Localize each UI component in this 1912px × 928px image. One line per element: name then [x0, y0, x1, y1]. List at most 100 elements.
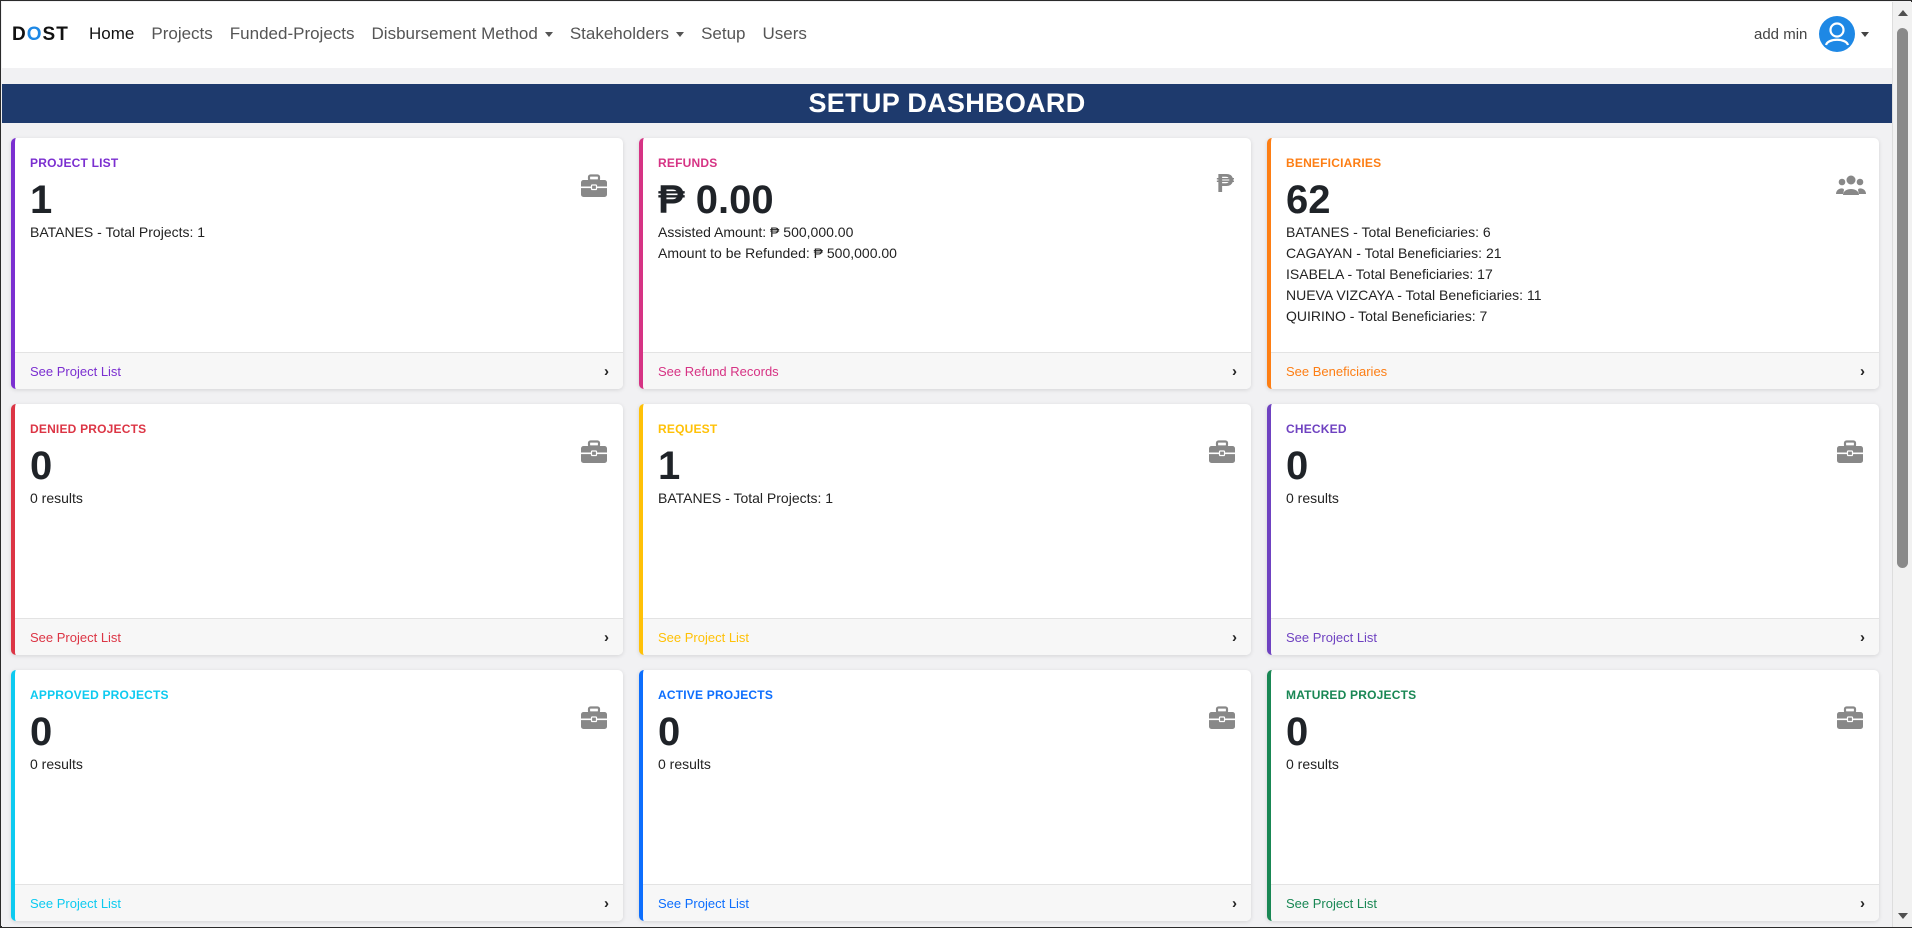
card-value: 62: [1286, 178, 1331, 222]
card-title: BENEFICIARIES: [1286, 156, 1382, 170]
card-footer-link[interactable]: See Project List ›: [15, 884, 623, 921]
card-detail-line: 0 results: [30, 490, 83, 506]
card-request: REQUEST 1 BATANES - Total Projects: 1 See P…: [639, 404, 1251, 655]
see-link[interactable]: See Project List: [658, 630, 749, 645]
card-title: DENIED PROJECTS: [30, 422, 147, 436]
card-detail-line: CAGAYAN - Total Beneficiaries: 21: [1286, 245, 1502, 261]
card-title: PROJECT LIST: [30, 156, 119, 170]
nav-link-label: Users: [762, 24, 807, 43]
nav-link-label: Projects: [151, 24, 213, 43]
scroll-up-arrow-icon[interactable]: [1898, 10, 1908, 16]
card-body: REFUNDS ₱ 0.00 Assisted Amount: ₱ 500,000.…: [658, 156, 1237, 264]
see-link[interactable]: See Beneficiaries: [1286, 364, 1387, 379]
nav-link-setup[interactable]: Setup: [701, 24, 745, 44]
card-title: REFUNDS: [658, 156, 718, 170]
card-title: CHECKED: [1286, 422, 1347, 436]
nav-link-stakeholders[interactable]: Stakeholders: [570, 24, 685, 44]
see-link[interactable]: See Project List: [1286, 896, 1377, 911]
brand-letters-st: ST: [42, 24, 69, 45]
see-link[interactable]: See Project List: [658, 896, 749, 911]
chevron-right-icon[interactable]: ›: [604, 629, 609, 646]
card-detail-line: 0 results: [30, 756, 83, 772]
card-value: 0: [1286, 710, 1309, 754]
card-body: PROJECT LIST 1 BATANES - Total Projects: 1: [30, 156, 609, 243]
card-detail-line: 0 results: [1286, 756, 1339, 772]
briefcase-icon: [1208, 440, 1236, 464]
card-title: REQUEST: [658, 422, 718, 436]
page-title-banner: SETUP DASHBOARD: [2, 84, 1892, 123]
chevron-right-icon[interactable]: ›: [1860, 895, 1865, 912]
card-body: CHECKED 0 0 results: [1286, 422, 1865, 509]
chevron-right-icon[interactable]: ›: [1232, 363, 1237, 380]
card-detail-line: BATANES - Total Projects: 1: [658, 490, 834, 506]
card-detail-line: ISABELA - Total Beneficiaries: 17: [1286, 266, 1493, 282]
card-body: REQUEST 1 BATANES - Total Projects: 1: [658, 422, 1237, 509]
card-checked: CHECKED 0 0 results See Project List ›: [1267, 404, 1879, 655]
see-link[interactable]: See Project List: [1286, 630, 1377, 645]
caret-down-icon: [544, 31, 553, 37]
user-menu[interactable]: add min: [1754, 16, 1870, 52]
chevron-right-icon[interactable]: ›: [1860, 629, 1865, 646]
card-detail-line: Amount to be Refunded: ₱ 500,000.00: [658, 245, 897, 261]
user-dropdown-caret[interactable]: [1861, 31, 1870, 37]
brand-letter-d: D: [12, 24, 27, 45]
nav-link-users[interactable]: Users: [763, 24, 807, 44]
chevron-right-icon[interactable]: ›: [604, 363, 609, 380]
card-footer-link[interactable]: See Project List ›: [643, 618, 1251, 655]
chevron-right-icon[interactable]: ›: [1232, 629, 1237, 646]
nav-link-funded-projects[interactable]: Funded-Projects: [230, 24, 355, 44]
top-navbar: DOST Home Projects Funded-Projects Disburse…: [2, 2, 1892, 68]
card-detail-line: QUIRINO - Total Beneficiaries: 7: [1286, 308, 1488, 324]
card-footer-link[interactable]: See Project List ›: [15, 618, 623, 655]
page-title: SETUP DASHBOARD: [808, 88, 1086, 118]
brand-letter-o: O: [26, 24, 43, 45]
nav-link-disbursement-method[interactable]: Disbursement Method: [372, 24, 553, 44]
card-value: 0: [30, 710, 53, 754]
card-footer-link[interactable]: See Project List ›: [643, 884, 1251, 921]
card-title: ACTIVE PROJECTS: [658, 688, 774, 702]
chevron-right-icon[interactable]: ›: [1232, 895, 1237, 912]
chevron-right-icon[interactable]: ›: [1860, 363, 1865, 380]
card-detail-line: NUEVA VIZCAYA - Total Beneficiaries: 11: [1286, 287, 1542, 303]
card-footer-link[interactable]: See Project List ›: [15, 352, 623, 389]
briefcase-icon: [1836, 706, 1864, 730]
nav-links: Home Projects Funded-Projects Disbursement …: [89, 24, 824, 44]
brand-logo[interactable]: DOST: [12, 24, 69, 46]
scrollbar-thumb[interactable]: [1897, 28, 1908, 568]
card-body: ACTIVE PROJECTS 0 0 results: [658, 688, 1237, 775]
card-value: 1: [30, 178, 53, 222]
see-link[interactable]: See Project List: [30, 630, 121, 645]
nav-link-label: Setup: [701, 24, 746, 43]
briefcase-icon: [580, 440, 608, 464]
see-link[interactable]: See Refund Records: [658, 364, 779, 379]
chevron-right-icon[interactable]: ›: [604, 895, 609, 912]
card-footer-link[interactable]: See Project List ›: [1271, 618, 1879, 655]
nav-link-home[interactable]: Home: [89, 24, 134, 44]
card-footer-link[interactable]: See Beneficiaries ›: [1271, 352, 1879, 389]
scroll-down-arrow-icon[interactable]: [1898, 913, 1908, 919]
briefcase-icon: [1836, 440, 1864, 464]
card-footer-link[interactable]: See Refund Records ›: [643, 352, 1251, 389]
briefcase-icon: [580, 706, 608, 730]
see-link[interactable]: See Project List: [30, 896, 121, 911]
card-value: 0: [1286, 444, 1309, 488]
briefcase-icon: [580, 174, 608, 198]
see-link[interactable]: See Project List: [30, 364, 121, 379]
card-footer-link[interactable]: See Project List ›: [1271, 884, 1879, 921]
user-name: add min: [1754, 25, 1808, 43]
nav-link-label: Home: [89, 24, 135, 43]
caret-down-icon: [676, 31, 685, 37]
card-approved-projects: APPROVED PROJECTS 0 0 results See Project L…: [11, 670, 623, 921]
card-denied-projects: DENIED PROJECTS 0 0 results See Project Lis…: [11, 404, 623, 655]
card-matured-projects: MATURED PROJECTS 0 0 results See Project Li…: [1267, 670, 1879, 921]
card-detail-line: 0 results: [658, 756, 711, 772]
users-icon: [1836, 174, 1866, 198]
card-value: 1: [658, 444, 681, 488]
nav-link-label: Disbursement Method: [371, 24, 538, 43]
nav-link-projects[interactable]: Projects: [151, 24, 212, 44]
card-body: BENEFICIARIES 62 BATANES - Total Beneficia…: [1286, 156, 1865, 327]
vertical-scrollbar[interactable]: [1892, 2, 1912, 927]
user-circle-icon[interactable]: [1819, 16, 1856, 52]
page-viewport: DOST Home Projects Funded-Projects Disburse…: [2, 2, 1892, 927]
card-active-projects: ACTIVE PROJECTS 0 0 results See Project Lis…: [639, 670, 1251, 921]
